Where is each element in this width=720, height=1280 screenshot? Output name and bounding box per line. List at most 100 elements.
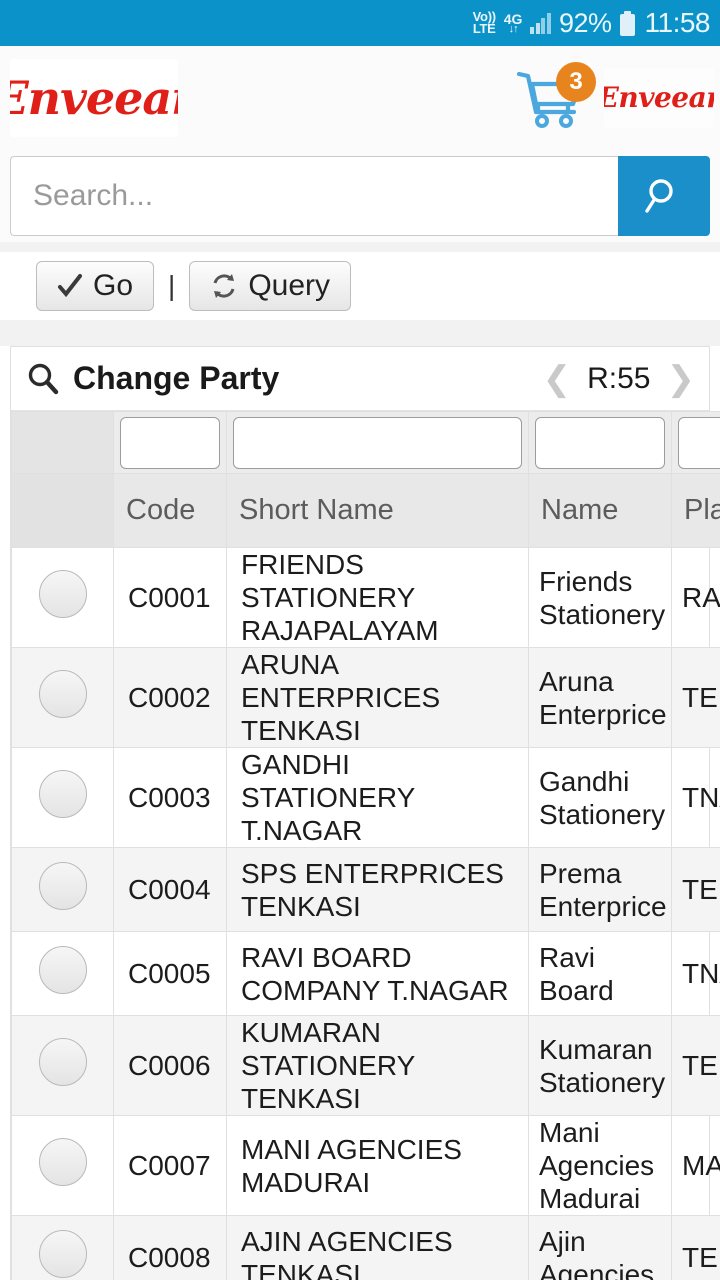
cell-short-name: AJIN AGENCIES TENKASI xyxy=(226,1215,529,1280)
filter-cell-short-name xyxy=(226,411,529,474)
table-row[interactable]: C0002 ARUNA ENTERPRICES TENKASI Aruna En… xyxy=(11,647,720,749)
search-submit-button[interactable] xyxy=(618,155,710,236)
table-row[interactable]: C0005 RAVI BOARD COMPANY T.NAGAR Ravi Bo… xyxy=(11,931,720,1017)
row-radio-button[interactable] xyxy=(38,570,87,619)
record-navigation: ❮ R:55 ❯ xyxy=(543,362,695,396)
filter-cell-name xyxy=(528,411,672,474)
table-row[interactable]: C0006 KUMARAN STATIONERY TENKASI Kumaran… xyxy=(11,1015,720,1117)
data-transfer-arrows-icon: ↓↑ xyxy=(508,22,519,35)
column-header-name[interactable]: Name xyxy=(528,473,672,548)
row-select-cell xyxy=(11,847,114,933)
column-header-place[interactable]: Plac xyxy=(671,473,720,548)
battery-icon xyxy=(619,10,635,36)
filter-input-name[interactable] xyxy=(535,416,665,469)
next-record-button[interactable]: ❯ xyxy=(667,362,696,396)
app-header: Enveear 3 Enveear xyxy=(0,46,720,149)
brand-logo[interactable]: Enveear xyxy=(10,58,178,137)
change-party-panel: Change Party ❮ R:55 ❯ Code Short Name Na… xyxy=(10,346,720,1280)
search-icon xyxy=(28,363,59,394)
volte-indicator: Vo)) LTE xyxy=(472,9,496,36)
brand-logo-secondary[interactable]: Enveear xyxy=(604,67,714,128)
row-radio-button[interactable] xyxy=(38,946,87,995)
table-row[interactable]: C0003 GANDHI STATIONERY T.NAGAR Gandhi S… xyxy=(11,747,720,849)
column-header-code[interactable]: Code xyxy=(113,473,227,548)
toolbar-separator: | xyxy=(168,270,176,301)
row-radio-button[interactable] xyxy=(38,1038,87,1087)
table-row[interactable]: C0001 FRIENDS STATIONERY RAJAPALAYAM Fri… xyxy=(11,546,720,649)
search-bar xyxy=(0,149,720,242)
panel-header: Change Party ❮ R:55 ❯ xyxy=(11,347,709,411)
row-select-cell xyxy=(11,1215,114,1280)
cell-short-name: FRIENDS STATIONERY RAJAPALAYAM xyxy=(226,546,529,649)
cell-name: Ajin Agencies xyxy=(528,1215,672,1280)
search-input[interactable] xyxy=(10,155,618,236)
cell-place: TEN xyxy=(671,647,720,749)
cell-place: TEN xyxy=(671,1015,720,1117)
query-button-label: Query xyxy=(248,269,331,302)
filter-cell-blank xyxy=(11,411,114,474)
section-divider-2 xyxy=(0,320,720,346)
party-table: Code Short Name Name Plac C0001 FRIENDS … xyxy=(11,411,720,1280)
network-type-indicator: 4G ↓↑ xyxy=(504,12,523,35)
prev-record-button[interactable]: ❮ xyxy=(543,362,572,396)
filter-input-short-name[interactable] xyxy=(233,416,522,469)
filter-input-code[interactable] xyxy=(120,416,220,469)
checkmark-icon xyxy=(58,274,82,298)
battery-percent-label: 92% xyxy=(558,7,612,38)
cell-name: Aruna Enterprice xyxy=(528,647,672,749)
go-button-label: Go xyxy=(93,269,134,302)
search-box xyxy=(10,155,710,236)
cell-place: MA xyxy=(671,1115,720,1217)
table-header-row: Code Short Name Name Plac xyxy=(11,473,720,548)
cell-code: C0001 xyxy=(113,546,227,649)
cart-button[interactable]: 3 xyxy=(516,61,598,134)
volte-bottom: LTE xyxy=(472,21,496,36)
cell-name: Friends Stationery xyxy=(528,546,672,649)
cell-place: RAJ xyxy=(671,546,720,649)
go-button[interactable]: Go xyxy=(36,261,155,311)
clock-label: 11:58 xyxy=(644,7,711,38)
filter-row xyxy=(11,411,720,474)
table-row[interactable]: C0007 MANI AGENCIES MADURAI Mani Agencie… xyxy=(11,1115,720,1217)
row-select-cell xyxy=(11,747,114,849)
table-row[interactable]: C0008 AJIN AGENCIES TENKASI Ajin Agencie… xyxy=(11,1215,720,1280)
cell-short-name: KUMARAN STATIONERY TENKASI xyxy=(226,1015,529,1117)
filter-cell-place xyxy=(671,411,720,474)
brand-logo-secondary-text: Enveear xyxy=(604,81,714,114)
section-divider xyxy=(0,242,720,252)
row-radio-button[interactable] xyxy=(38,1138,87,1187)
table-row[interactable]: C0004 SPS ENTERPRICES TENKASI Prema Ente… xyxy=(11,847,720,933)
row-radio-button[interactable] xyxy=(38,670,87,719)
cell-place: TNA xyxy=(671,747,720,849)
row-select-cell xyxy=(11,1015,114,1117)
cell-code: C0006 xyxy=(113,1015,227,1117)
filter-input-place[interactable] xyxy=(678,416,720,469)
row-radio-button[interactable] xyxy=(38,770,87,819)
row-select-cell xyxy=(11,546,114,649)
cell-code: C0003 xyxy=(113,747,227,849)
cell-code: C0002 xyxy=(113,647,227,749)
header-right-group: 3 Enveear xyxy=(516,61,714,134)
query-button[interactable]: Query xyxy=(189,261,352,311)
cell-code: C0004 xyxy=(113,847,227,933)
cell-place: TNA xyxy=(671,931,720,1017)
cell-name: Mani Agencies Madurai xyxy=(528,1115,672,1217)
cell-name: Gandhi Stationery xyxy=(528,747,672,849)
cell-short-name: GANDHI STATIONERY T.NAGAR xyxy=(226,747,529,849)
cell-place: TEN xyxy=(671,1215,720,1280)
row-select-cell xyxy=(11,647,114,749)
column-header-select xyxy=(11,473,114,548)
row-radio-button[interactable] xyxy=(38,1230,87,1279)
page-title: Change Party xyxy=(73,360,280,396)
row-radio-button[interactable] xyxy=(38,862,87,911)
cell-short-name: MANI AGENCIES MADURAI xyxy=(226,1115,529,1217)
cell-code: C0005 xyxy=(113,931,227,1017)
column-header-short-name[interactable]: Short Name xyxy=(226,473,529,548)
cart-badge-count: 3 xyxy=(569,67,583,95)
cell-short-name: RAVI BOARD COMPANY T.NAGAR xyxy=(226,931,529,1017)
refresh-icon xyxy=(213,274,235,298)
record-count-label: R:55 xyxy=(587,361,651,395)
brand-logo-text: Enveear xyxy=(10,70,178,125)
cell-place: TEN xyxy=(671,847,720,933)
cell-short-name: ARUNA ENTERPRICES TENKASI xyxy=(226,647,529,749)
